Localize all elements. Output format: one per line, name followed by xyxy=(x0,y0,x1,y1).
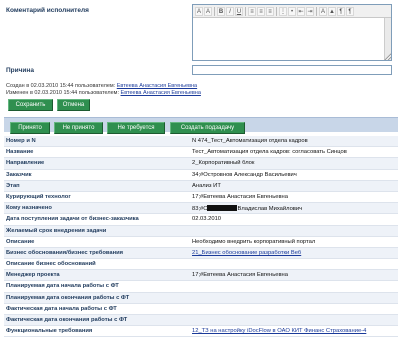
highlight-icon[interactable]: ▲ xyxy=(328,6,336,16)
toolbar-divider xyxy=(214,6,215,16)
table-row: Функциональные требования 12_ТЗ на настр… xyxy=(4,326,398,338)
table-row: Номер и N N 474_Тест_Автоматизация отдел… xyxy=(4,136,398,148)
table-row: Бизнес обоснования/бизнес требования 21_… xyxy=(4,247,398,260)
field-label: Дата поступления задачи от бизнес-заказч… xyxy=(6,216,139,223)
accept-button[interactable]: Принято xyxy=(10,122,50,134)
field-label: Бизнес обоснования/бизнес требования xyxy=(6,249,124,256)
value-prefix: 83;#С xyxy=(192,206,208,213)
comment-textarea[interactable] xyxy=(193,18,384,60)
reject-button[interactable]: Не принято xyxy=(54,122,103,134)
table-row: Заказчик 34;#Островнов Александр Василье… xyxy=(4,170,398,181)
value-suffix: Владислав Михайлович xyxy=(237,206,303,213)
created-prefix: Создан в 02.03.2010 15:44 пользователем: xyxy=(6,83,116,89)
field-label: Курирующий технолог xyxy=(6,193,71,200)
text-color-icon[interactable]: A xyxy=(319,6,327,16)
table-row: Фактическая дата начала работы с ФТ xyxy=(4,304,398,315)
modified-info: Изменен в 02.03.2010 15:44 пользователем… xyxy=(6,90,201,96)
table-row: Курирующий технолог 17;#Евтеева Анастаси… xyxy=(4,192,398,204)
field-value: 17;#Евтеева Анастасия Евгеньевна xyxy=(192,272,288,279)
field-value: Анализ ИТ xyxy=(192,182,221,189)
numbered-list-icon[interactable]: ⋮ xyxy=(279,6,287,16)
field-label: Планируемая дата начала работы с ФТ xyxy=(6,283,119,290)
field-value: Необходимо внедрить корпоративный портал xyxy=(192,238,316,245)
ltr-icon[interactable]: ¶ xyxy=(337,6,345,16)
details-table: Номер и N N 474_Тест_Автоматизация отдел… xyxy=(4,136,398,338)
field-label: Планируемая дата окончания работы с ФТ xyxy=(6,294,130,301)
field-label: Название xyxy=(6,149,34,156)
modified-prefix: Изменен в 02.03.2010 15:44 пользователем… xyxy=(6,90,119,96)
table-row: Описание Необходимо внедрить корпоративн… xyxy=(4,237,398,248)
table-row: Направление 2_Корпоративный блок xyxy=(4,158,398,170)
table-row: Кому назначено 83;#С Владислав Михайлович xyxy=(4,203,398,215)
comment-row: Коментарий исполнителя A A B I U ≡ ≡ ≡ ⋮… xyxy=(4,4,398,62)
field-value-link[interactable]: 12_ТЗ на настройку iDocFlow в ОАО КИТ Фи… xyxy=(192,328,396,334)
indent-icon[interactable]: ⇥ xyxy=(306,6,314,16)
field-value: 83;#С Владислав Михайлович xyxy=(192,205,396,212)
table-row: Планируемая дата начала работы с ФТ xyxy=(4,281,398,293)
resize-handle-icon[interactable] xyxy=(384,53,391,60)
created-user-link[interactable]: Евтеева Анастасия Евгеньевна xyxy=(117,83,197,89)
underline-icon[interactable]: U xyxy=(235,6,243,16)
toolbar-divider xyxy=(276,6,277,16)
table-row: Название Тест_Автоматизация отдела кадро… xyxy=(4,147,398,159)
field-label: Фактическая дата окончания работы с ФТ xyxy=(6,317,128,323)
reason-input[interactable] xyxy=(192,65,392,75)
field-label: Описание xyxy=(6,238,35,245)
field-label: Заказчик xyxy=(6,171,32,178)
redacted-block xyxy=(207,205,238,212)
align-center-icon[interactable]: ≡ xyxy=(257,6,265,16)
field-label: Этап xyxy=(6,182,20,189)
not-needed-button[interactable]: Не требуется xyxy=(107,122,165,134)
save-button[interactable]: Сохранить xyxy=(8,99,53,111)
field-value: 34;#Островнов Александр Васильевич xyxy=(192,171,297,178)
align-left-icon[interactable]: ≡ xyxy=(248,6,256,16)
cancel-button[interactable]: Отмена xyxy=(57,99,90,111)
table-row: Описание бизнес обоснований xyxy=(4,259,398,271)
table-row: Фактическая дата окончания работы с ФТ xyxy=(4,315,398,327)
toolbar-divider xyxy=(316,6,317,16)
table-row: Этап Анализ ИТ xyxy=(4,180,398,192)
field-label: Функциональные требования xyxy=(6,328,93,335)
reason-label: Причина xyxy=(6,67,34,74)
rtl-icon[interactable]: ¶ xyxy=(346,6,354,16)
comment-label: Коментарий исполнителя xyxy=(6,7,89,14)
font-size-icon[interactable]: A xyxy=(195,6,203,16)
field-label: Кому назначено xyxy=(6,205,52,212)
outdent-icon[interactable]: ⇤ xyxy=(297,6,305,16)
reason-row: Причина xyxy=(4,64,398,76)
bold-icon[interactable]: B xyxy=(217,6,225,16)
field-label: Номер и N xyxy=(6,138,36,144)
action-bar: Принято Не принято Не требуется Создать … xyxy=(4,117,398,134)
create-subtask-button[interactable]: Создать подзадачу xyxy=(170,122,245,134)
table-row: Желаемый срок внедрения задачи xyxy=(4,225,398,237)
align-right-icon[interactable]: ≡ xyxy=(266,6,274,16)
italic-icon[interactable]: I xyxy=(226,6,234,16)
field-value: Тест_Автоматизация отдела кадров: соглас… xyxy=(192,149,347,156)
field-value: 02.03.2010 xyxy=(192,216,222,223)
field-label: Менеджер проекта xyxy=(6,272,60,279)
bullet-list-icon[interactable]: • xyxy=(288,6,296,16)
field-value: 2_Корпоративный блок xyxy=(192,160,255,167)
modified-user-link[interactable]: Евтеева Анастасия Евгеньевна xyxy=(121,90,201,96)
field-value: 17;#Евтеева Анастасия Евгеньевна xyxy=(192,193,288,200)
field-label: Желаемый срок внедрения задачи xyxy=(6,227,107,234)
field-label: Фактическая дата начала работы с ФТ xyxy=(6,305,117,312)
field-value-link[interactable]: 21_Бизнес обоснование разработки Веб xyxy=(192,250,396,256)
created-info: Создан в 02.03.2010 15:44 пользователем:… xyxy=(6,83,197,89)
comment-editor[interactable]: A A B I U ≡ ≡ ≡ ⋮ • ⇤ ⇥ A ▲ ¶ ¶ xyxy=(192,4,392,61)
toolbar-divider xyxy=(245,6,246,16)
font-color-icon[interactable]: A xyxy=(204,6,212,16)
table-row: Планируемая дата окончания работы с ФТ xyxy=(4,292,398,304)
field-label: Описание бизнес обоснований xyxy=(6,261,96,268)
field-value: N 474_Тест_Автоматизация отдела кадров xyxy=(192,138,308,144)
table-row: Дата поступления задачи от бизнес-заказч… xyxy=(4,214,398,226)
editor-toolbar: A A B I U ≡ ≡ ≡ ⋮ • ⇤ ⇥ A ▲ ¶ ¶ xyxy=(193,5,391,18)
table-row: Менеджер проекта 17;#Евтеева Анастасия Е… xyxy=(4,270,398,282)
field-label: Направление xyxy=(6,160,45,167)
